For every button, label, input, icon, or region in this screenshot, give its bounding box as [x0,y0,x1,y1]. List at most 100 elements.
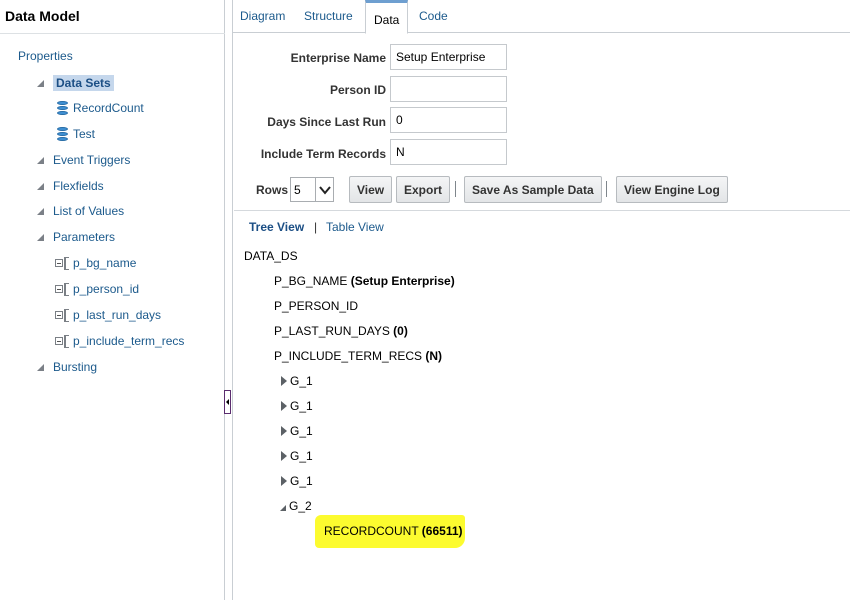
include-term-records-input[interactable] [390,139,507,165]
export-button[interactable]: Export [396,176,451,203]
chevron-down-icon[interactable] [315,178,333,201]
param-value: (Setup Enterprise) [350,274,455,288]
tree-item-label: RecordCount [73,101,144,115]
tree-item-label: p_person_id [73,282,140,296]
data-param-node: P_BG_NAME (Setup Enterprise) [274,274,455,288]
tree-item-label: p_last_run_days [73,308,162,322]
tree-item-param-bg-name[interactable]: p_bg_name [55,256,136,270]
toolbar-separator [606,181,607,197]
tree-item-param-include-term-recs[interactable]: p_include_term_recs [55,334,184,348]
view-engine-log-button[interactable]: View Engine Log [616,176,728,203]
leaf-name: RECORDCOUNT [324,524,419,538]
param-value: (N) [425,349,443,363]
tree-item-label: Test [73,127,96,141]
tree-item-parameters[interactable]: Parameters [37,230,115,244]
group-label: G_1 [290,399,313,413]
save-as-sample-data-button[interactable]: Save As Sample Data [464,176,602,203]
rows-select-value: 5 [294,182,301,197]
data-root-node: DATA_DS [244,249,298,263]
collapse-icon[interactable] [37,182,44,190]
param-name: P_PERSON_ID [274,299,359,313]
group-label: G_1 [290,449,313,463]
tree-view-link[interactable]: Tree View [249,220,304,234]
tree-item-flexfields[interactable]: Flexfields [37,179,104,193]
data-param-node: P_PERSON_ID [274,299,358,313]
view-button[interactable]: View [349,176,393,203]
tab-bar: Diagram Structure Data Code [233,0,850,34]
toolbar-separator [455,181,456,197]
param-name: P_LAST_RUN_DAYS [274,324,390,338]
group-label: G_1 [290,374,313,388]
collapse-icon[interactable] [37,156,44,164]
person-id-input[interactable] [390,76,507,102]
tree-item-param-person-id[interactable]: p_person_id [55,282,139,296]
enterprise-name-input[interactable] [390,44,507,70]
tree-item-label: Bursting [53,360,98,374]
tree-item-bursting[interactable]: Bursting [37,360,97,374]
tab-structure[interactable]: Structure [304,9,353,23]
group-node[interactable]: G_1 [281,424,313,438]
include-term-records-label: Include Term Records [260,147,386,161]
tree-item-label: List of Values [53,204,125,218]
expand-icon[interactable] [281,376,287,386]
database-icon [57,101,68,115]
tree-item-label: Data Sets [53,75,114,91]
expand-icon[interactable] [281,451,287,461]
param-name: P_INCLUDE_TERM_RECS [274,349,423,363]
tree-item-label: Properties [18,49,73,63]
rows-label: Rows [256,183,289,197]
rows-select[interactable]: 5 [290,177,334,202]
data-param-node: P_LAST_RUN_DAYS (0) [274,324,408,338]
parameter-icon [55,256,70,270]
days-since-last-run-input[interactable] [390,107,507,133]
tree-item-label: p_bg_name [73,256,137,270]
panel-title: Data Model [5,8,80,24]
data-param-node: P_INCLUDE_TERM_RECS (N) [274,349,442,363]
group-label: G_1 [290,474,313,488]
table-view-link[interactable]: Table View [326,220,384,234]
parameter-icon [55,334,70,348]
tab-code[interactable]: Code [419,9,448,23]
collapse-icon[interactable] [280,504,286,511]
tree-item-dataset-test[interactable]: Test [57,127,95,141]
collapse-panel-handle[interactable] [224,390,231,414]
tree-item-label: Flexfields [53,179,104,193]
tree-item-list-of-values[interactable]: List of Values [37,204,124,218]
tab-data[interactable]: Data [365,0,409,34]
group-node-expanded[interactable]: G_2 [280,499,312,513]
group-node[interactable]: G_1 [281,399,313,413]
tree-item-label: p_include_term_recs [73,334,185,348]
expand-icon[interactable] [281,476,287,486]
expand-icon[interactable] [281,426,287,436]
collapse-icon[interactable] [37,79,44,87]
database-icon [57,127,68,141]
tree-item-data-sets[interactable]: Data Sets [37,75,114,91]
data-model-panel: Data Model Properties Data Sets RecordCo… [0,0,225,600]
group-node[interactable]: G_1 [281,449,313,463]
view-separator: | [314,220,318,234]
tree-item-dataset-recordcount[interactable]: RecordCount [57,101,144,115]
divider [234,210,850,211]
collapse-icon[interactable] [37,363,44,371]
param-name: P_BG_NAME [274,274,348,288]
expand-icon[interactable] [281,401,287,411]
tree-item-label: Event Triggers [53,153,131,167]
collapse-icon[interactable] [37,233,44,241]
group-label: G_2 [289,499,312,513]
group-label: G_1 [290,424,313,438]
person-id-label: Person ID [329,83,386,97]
panel-divider [0,33,225,34]
tree-item-label: Parameters [53,230,116,244]
parameter-icon [55,308,70,322]
group-node[interactable]: G_1 [281,474,313,488]
tree-item-properties[interactable]: Properties [18,49,73,63]
tree-item-event-triggers[interactable]: Event Triggers [37,153,130,167]
panel-splitter[interactable] [225,0,233,600]
days-since-last-run-label: Days Since Last Run [267,115,386,129]
tab-diagram[interactable]: Diagram [240,9,285,23]
tree-item-param-last-run-days[interactable]: p_last_run_days [55,308,161,322]
parameter-icon [55,282,70,296]
recordcount-node: RECORDCOUNT (66511) [324,524,463,538]
group-node[interactable]: G_1 [281,374,313,388]
collapse-icon[interactable] [37,207,44,215]
